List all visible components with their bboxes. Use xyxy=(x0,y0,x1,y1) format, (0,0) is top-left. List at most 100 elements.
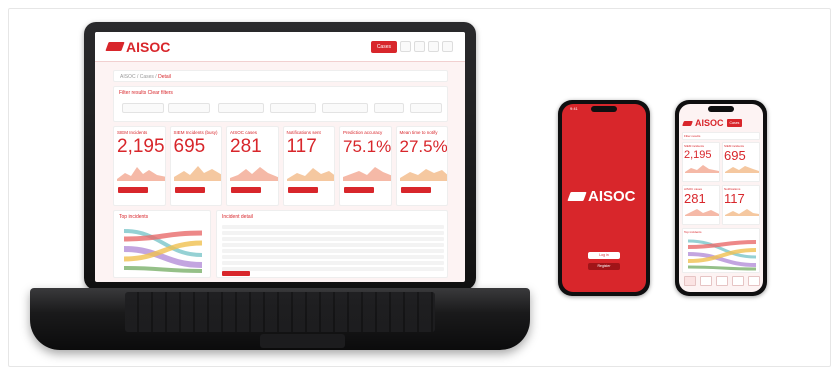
kpi-value: 695 xyxy=(173,136,206,157)
filter-bar[interactable]: Filter results xyxy=(682,132,760,140)
login-button[interactable]: Log in xyxy=(588,252,620,259)
date-to-field[interactable] xyxy=(168,103,210,113)
table-row[interactable] xyxy=(222,237,444,241)
kpi-sparkline xyxy=(286,168,335,181)
kpi-card[interactable]: Notifications sent 117 xyxy=(282,126,335,206)
brand-name: AISOC xyxy=(588,188,636,205)
tab-dashboard[interactable] xyxy=(684,276,696,286)
aisoc-logo[interactable]: AISOC xyxy=(682,118,724,128)
kpi-card[interactable]: AISOC cases 281 xyxy=(226,126,279,206)
notification-icon[interactable] xyxy=(400,41,411,52)
sankey-diagram xyxy=(687,239,757,271)
tab-profile[interactable] xyxy=(748,276,760,286)
cases-button[interactable]: Cases xyxy=(726,119,743,127)
laptop-keyboard xyxy=(125,292,435,332)
kpi-title: SIEM Incidents xyxy=(117,130,148,135)
kpi-card[interactable]: SIEM Incidents (busy) 695 xyxy=(169,126,222,206)
sankey-diagram xyxy=(123,229,203,273)
filter-select-3[interactable] xyxy=(322,103,368,113)
kpi-value: 2,195 xyxy=(684,149,712,161)
aisoc-logo-icon xyxy=(567,192,587,201)
filter-title[interactable]: Filter results Clear filters xyxy=(119,90,173,96)
filter-select-1[interactable] xyxy=(218,103,264,113)
brand-name: AISOC xyxy=(126,38,171,55)
kpi-sparkline xyxy=(230,167,278,181)
app-header: AISOC Cases xyxy=(95,32,465,62)
kpi-title: SIEM Incidents (busy) xyxy=(173,130,218,135)
table-row[interactable] xyxy=(222,243,444,247)
kpi-value: 281 xyxy=(684,191,706,206)
brand-name: AISOC xyxy=(695,118,724,128)
table-row[interactable] xyxy=(222,261,444,265)
kpi-sparkline xyxy=(117,167,165,181)
laptop-screen: AISOC Cases AISOC / Cases / Detail Filte… xyxy=(95,32,465,282)
kpi-title: Prediction accuracy xyxy=(343,130,383,135)
panel-title: Incident detail xyxy=(222,214,253,220)
aisoc-logo[interactable]: AISOC xyxy=(105,38,171,55)
tab-reports[interactable] xyxy=(716,276,728,286)
panel-title: Top incidents xyxy=(119,214,149,220)
panel-title: Top incidents xyxy=(684,230,702,234)
view-details-button[interactable] xyxy=(400,187,431,193)
top-incidents-panel: Top incidents xyxy=(113,210,211,278)
kpi-sparkline xyxy=(725,166,759,173)
kpi-card[interactable]: SIEM incidents 695 xyxy=(722,142,760,182)
kpi-value: 27.5% xyxy=(399,137,448,156)
kpi-card[interactable]: SIEM incidents 2,195 xyxy=(682,142,720,182)
kpi-row: SIEM Incidents 2,195 SIEM Incidents (bus… xyxy=(113,126,448,206)
view-details-button[interactable] xyxy=(174,187,205,193)
kpi-sparkline xyxy=(725,209,759,216)
kpi-value: 281 xyxy=(230,136,262,157)
breadcrumb-path[interactable]: AISOC / Cases / xyxy=(120,74,158,80)
kpi-sparkline xyxy=(173,166,222,181)
view-details-button[interactable] xyxy=(118,187,148,193)
breadcrumb: AISOC / Cases / Detail xyxy=(113,70,448,82)
tab-settings[interactable] xyxy=(732,276,744,286)
kpi-card[interactable]: SIEM Incidents 2,195 xyxy=(113,126,166,206)
filter-select-5[interactable] xyxy=(410,103,442,113)
register-button[interactable]: Register xyxy=(588,263,620,270)
status-time: 9:41 xyxy=(570,106,578,111)
top-incidents-panel: Top incidents xyxy=(682,228,760,273)
kpi-title: Notifications sent xyxy=(286,130,321,135)
laptop-trackpad xyxy=(260,334,345,348)
table-row[interactable] xyxy=(222,231,444,235)
kpi-value: 695 xyxy=(724,148,746,163)
splash-logo: AISOC xyxy=(567,188,636,205)
kpi-sparkline xyxy=(685,165,719,173)
aisoc-logo-icon xyxy=(105,42,125,51)
view-details-button[interactable] xyxy=(344,187,374,193)
phone-notch xyxy=(708,106,734,112)
more-results-button[interactable] xyxy=(222,271,250,276)
table-row[interactable] xyxy=(222,255,444,259)
aisoc-logo-icon xyxy=(682,120,693,126)
user-icon[interactable] xyxy=(442,41,453,52)
breadcrumb-current: Detail xyxy=(158,74,171,80)
kpi-card[interactable]: Mean time to notify 27.5% xyxy=(395,126,448,206)
settings-icon[interactable] xyxy=(428,41,439,52)
view-details-button[interactable] xyxy=(231,187,261,193)
kpi-card[interactable]: Prediction accuracy 75.1% xyxy=(339,126,392,206)
kpi-value: 117 xyxy=(286,136,317,157)
filter-label: Filter results xyxy=(684,134,701,138)
cases-button[interactable]: Cases xyxy=(370,40,397,53)
kpi-title: Mean time to notify xyxy=(399,130,438,135)
chart-icon[interactable] xyxy=(414,41,425,52)
kpi-card[interactable]: AISOC cases 281 xyxy=(682,185,720,225)
table-row[interactable] xyxy=(222,225,444,229)
kpi-value: 117 xyxy=(724,191,745,206)
table-row[interactable] xyxy=(222,267,444,271)
table-row[interactable] xyxy=(222,249,444,253)
filter-select-4[interactable] xyxy=(374,103,404,113)
kpi-title: AISOC cases xyxy=(230,130,258,135)
kpi-value: 2,195 xyxy=(117,136,165,157)
kpi-card[interactable]: Notifications 117 xyxy=(722,185,760,225)
tab-cases[interactable] xyxy=(700,276,712,286)
filter-select-2[interactable] xyxy=(270,103,316,113)
view-details-button[interactable] xyxy=(287,187,318,193)
kpi-sparkline xyxy=(343,167,391,181)
kpi-value: 75.1% xyxy=(343,137,392,156)
kpi-sparkline xyxy=(685,209,719,216)
mobile-header: AISOC Cases xyxy=(679,116,763,130)
date-from-field[interactable] xyxy=(122,103,164,113)
